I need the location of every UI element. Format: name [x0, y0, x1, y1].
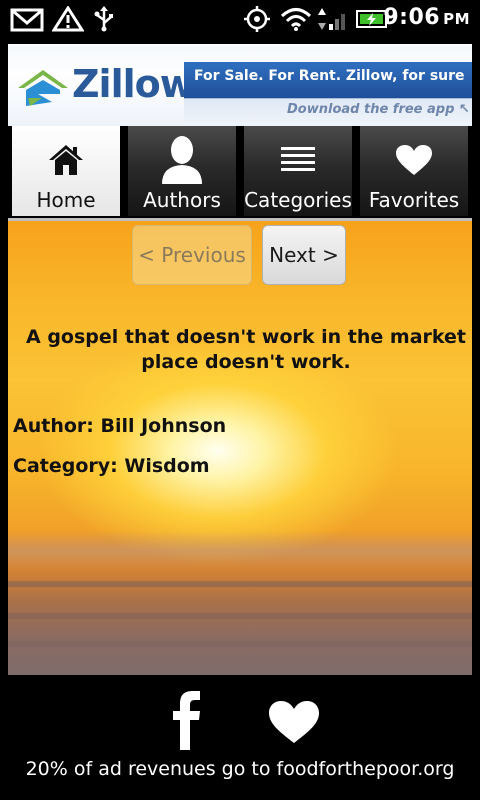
tab-favorites[interactable]: Favorites [360, 126, 468, 216]
home-icon [49, 145, 83, 175]
footer-text[interactable]: 20% of ad revenues go to foodforthepoor.… [0, 758, 480, 780]
ad-tagline: For Sale. For Rent. Zillow, for sure [194, 68, 465, 84]
heart-icon [396, 145, 432, 175]
tab-categories-label: Categories [244, 188, 352, 212]
quote-text: A gospel that doesn't work in the market… [26, 326, 466, 373]
tab-authors[interactable]: Authors [128, 126, 236, 216]
tab-home-label: Home [36, 188, 96, 212]
status-bar: 9:06 PM [0, 0, 480, 38]
app-frame: Zillow® For Sale. For Rent. Zillow, for … [8, 44, 472, 675]
signal-icon [318, 8, 345, 30]
tab-bar: Home Authors Categories Favorites [8, 126, 472, 218]
facebook-icon[interactable] [170, 690, 204, 750]
background-wave [8, 613, 472, 619]
tab-authors-label: Authors [143, 188, 221, 212]
clock: 9:06 PM [383, 5, 470, 30]
background-haze [8, 531, 472, 571]
gps-icon [244, 6, 270, 32]
person-icon [162, 136, 202, 184]
previous-button[interactable]: < Previous [132, 225, 252, 285]
ad-tag-box: For Sale. For Rent. Zillow, for sure Dow… [184, 62, 472, 122]
clock-ampm: PM [443, 10, 470, 28]
ad-banner[interactable]: Zillow® For Sale. For Rent. Zillow, for … [8, 46, 472, 126]
tab-favorites-label: Favorites [368, 188, 460, 212]
heart-icon[interactable] [268, 700, 320, 744]
background-wave [8, 641, 472, 647]
next-button[interactable]: Next > [262, 225, 346, 285]
category-line[interactable]: Category: Wisdom [13, 455, 210, 477]
wifi-icon [280, 8, 312, 31]
tab-home[interactable]: Home [12, 126, 120, 216]
gmail-icon [10, 8, 44, 32]
quote-panel: < Previous Next > A gospel that doesn't … [8, 221, 472, 675]
zillow-logo-icon [18, 70, 68, 106]
ad-subline: Download the free app ↖ [287, 102, 470, 117]
list-icon [281, 147, 315, 171]
tab-categories[interactable]: Categories [244, 126, 352, 216]
usb-icon [94, 6, 113, 32]
clock-time: 9:06 [383, 5, 441, 30]
ad-brand-text: Zillow [72, 62, 195, 106]
warning-icon [52, 6, 84, 32]
footer-icons [0, 690, 480, 750]
background-wave [8, 581, 472, 587]
author-line[interactable]: Author: Bill Johnson [13, 415, 226, 437]
